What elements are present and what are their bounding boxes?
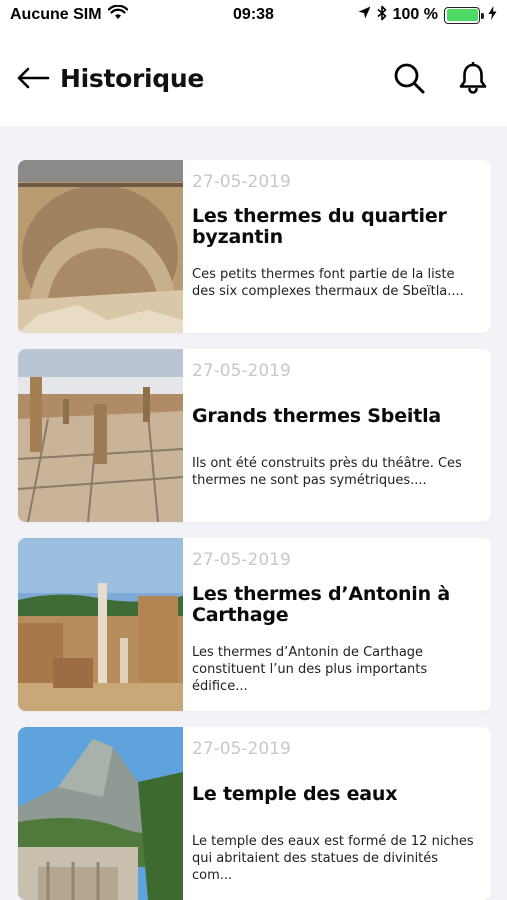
notifications-button[interactable] [455,60,491,96]
status-bar: Aucune SIM 09:38 100 % [0,0,507,30]
article-image [18,160,183,333]
status-left: Aucune SIM [10,4,128,25]
article-card[interactable]: 27-05-2019 Les thermes du quartier byzan… [18,160,491,333]
article-title: Les thermes d’Antonin à Carthage [192,583,450,626]
location-arrow-icon [358,6,371,24]
carrier-label: Aucune SIM [10,6,102,23]
page-title: Historique [60,63,205,93]
article-image [18,538,183,711]
status-right: 100 % [358,5,497,26]
article-body: 27-05-2019 Le temple des eaux Le temple … [183,727,491,900]
article-card[interactable]: 27-05-2019 Les thermes d’Antonin à Carth… [18,538,491,711]
article-title-wrap: Le temple des eaux [192,763,481,825]
charging-bolt-icon [488,5,497,25]
search-button[interactable] [391,60,427,96]
article-title-wrap: Les thermes du quartier byzantin [192,196,481,258]
article-excerpt: Ces petits thermes font partie de la lis… [192,267,464,299]
article-date: 27-05-2019 [192,550,291,570]
article-title: Le temple des eaux [192,782,398,805]
article-body: 27-05-2019 Les thermes du quartier byzan… [183,160,491,333]
article-excerpt: Le temple des eaux est formé de 12 niche… [192,834,474,883]
article-body: 27-05-2019 Les thermes d’Antonin à Carth… [183,538,491,711]
article-title-wrap: Les thermes d’Antonin à Carthage [192,574,481,636]
arrow-left-icon [17,67,50,89]
article-title: Grands thermes Sbeitla [192,404,442,427]
article-title: Les thermes du quartier byzantin [192,205,447,248]
battery-percent: 100 % [392,6,438,23]
article-excerpt: Ils ont été construits près du théâtre. … [192,456,462,488]
article-card[interactable]: 27-05-2019 Grands thermes Sbeitla Ils on… [18,349,491,522]
article-date: 27-05-2019 [192,361,291,381]
article-excerpt: Les thermes d’Antonin de Carthage consti… [192,645,428,694]
bluetooth-icon [377,5,387,26]
header-actions [391,60,491,96]
article-card[interactable]: 27-05-2019 Le temple des eaux Le temple … [18,727,491,900]
battery-fill [446,9,478,21]
article-date: 27-05-2019 [192,172,291,192]
article-image [18,349,183,522]
back-button[interactable] [16,60,52,96]
battery-icon [444,6,484,24]
article-image [18,727,183,900]
article-title-wrap: Grands thermes Sbeitla [192,385,481,447]
article-date: 27-05-2019 [192,739,291,759]
article-body: 27-05-2019 Grands thermes Sbeitla Ils on… [183,349,491,522]
article-list: 27-05-2019 Les thermes du quartier byzan… [18,160,491,900]
wifi-icon [107,4,128,25]
app-header: Historique [0,30,507,126]
bell-icon [459,62,487,94]
search-icon [394,63,425,94]
